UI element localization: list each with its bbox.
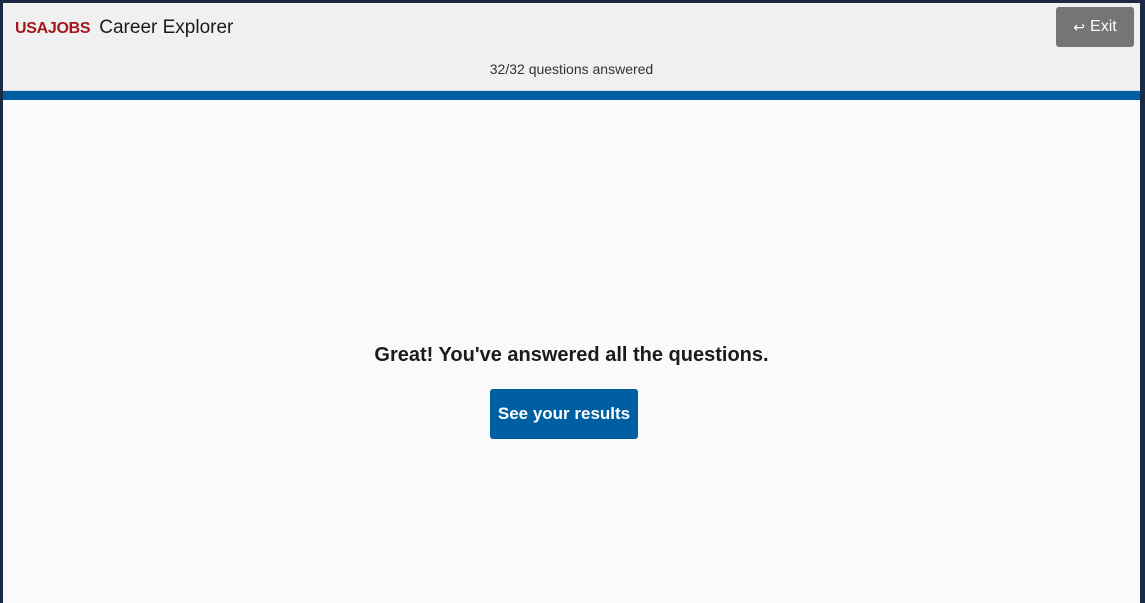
return-arrow-icon: ↩: [1073, 19, 1086, 35]
app-title: Career Explorer: [99, 17, 234, 38]
usajobs-logo[interactable]: USAJOBS: [15, 20, 91, 38]
header: USAJOBS Career Explorer ↩ Exit 32/32 que…: [3, 3, 1140, 91]
page: USAJOBS Career Explorer ↩ Exit 32/32 que…: [3, 3, 1140, 603]
completion-message: Great! You've answered all the questions…: [374, 344, 769, 366]
exit-button[interactable]: ↩ Exit: [1056, 7, 1134, 47]
progress-bar: [3, 91, 1140, 100]
progress-status: 32/32 questions answered: [489, 61, 654, 77]
window-frame: USAJOBS Career Explorer ↩ Exit 32/32 que…: [0, 0, 1145, 603]
progress-bar-fill: [3, 91, 1140, 100]
brand: USAJOBS Career Explorer: [15, 17, 233, 39]
exit-label: Exit: [1090, 18, 1117, 35]
main-content: Great! You've answered all the questions…: [3, 100, 1140, 603]
see-results-button[interactable]: See your results: [490, 389, 638, 439]
